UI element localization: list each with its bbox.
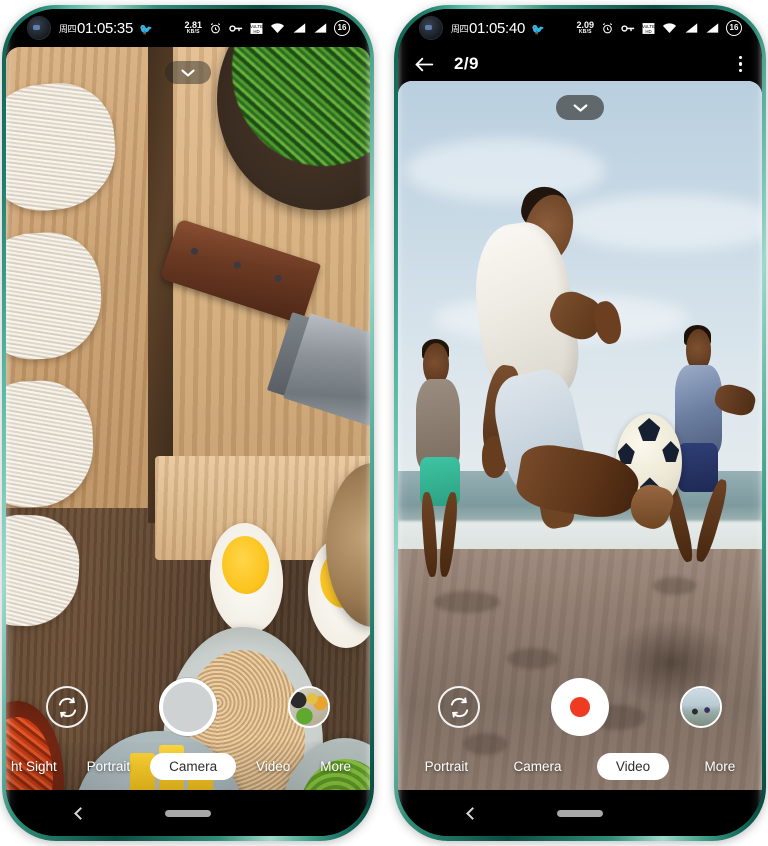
status-bar: 周四 01:05:35 🐦 2.81 KB/S VoLTE HD 16 [6, 9, 370, 47]
camera-controls-row [398, 676, 762, 738]
svg-text:VoLTE: VoLTE [250, 23, 263, 28]
mode-camera[interactable]: Camera [504, 753, 572, 780]
page-title: 2/9 [454, 54, 479, 73]
front-camera-punch-hole [28, 17, 50, 39]
expand-settings-chevron-down-icon[interactable] [556, 95, 604, 120]
mode-video[interactable]: Video [596, 752, 670, 780]
mode-video[interactable]: Video [246, 753, 300, 780]
network-speed-indicator: 2.09 KB/S [576, 21, 594, 35]
left-phone-screen: 周四 01:05:35 🐦 2.81 KB/S VoLTE HD 16 ht S… [6, 9, 370, 836]
camera-mode-selector: Portrait Camera Video More [398, 742, 762, 790]
network-speed-unit: KB/S [578, 29, 592, 35]
beach-players-thumbnail [682, 688, 720, 726]
wifi-icon [270, 23, 285, 33]
status-bar-clock: 周四 01:05:40 🐦 [451, 20, 545, 37]
mode-portrait[interactable]: Portrait [77, 753, 141, 780]
gallery-thumbnail-button[interactable] [680, 686, 722, 728]
nav-back-icon[interactable] [74, 806, 87, 820]
camera-viewfinder[interactable]: ht Sight Portrait Camera Video More [6, 47, 370, 790]
food-spices-thumbnail [290, 688, 328, 726]
front-camera-punch-hole [420, 17, 442, 39]
nav-home-pill[interactable] [165, 809, 211, 817]
left-phone: 周四 01:05:35 🐦 2.81 KB/S VoLTE HD 16 ht S… [2, 5, 374, 841]
flip-camera-button[interactable] [438, 686, 480, 728]
right-phone-screen: 周四 01:05:40 🐦 2.09 KB/S VoLTE HD 16 2/9 … [398, 9, 762, 836]
mode-more[interactable]: More [695, 753, 746, 780]
wifi-icon [662, 23, 677, 33]
record-button[interactable] [551, 678, 609, 736]
svg-text:HD: HD [253, 28, 259, 33]
phone-frame-inner: 周四 01:05:35 🐦 2.81 KB/S VoLTE HD 16 ht S… [6, 9, 370, 836]
mode-portrait[interactable]: Portrait [415, 753, 479, 780]
mode-camera[interactable]: Camera [150, 752, 237, 780]
dual-phone-stage: 周四 01:05:35 🐦 2.81 KB/S VoLTE HD 16 ht S… [0, 0, 768, 846]
mode-more[interactable]: More [310, 753, 361, 780]
status-time-label: 01:05:40 [469, 19, 526, 37]
svg-text:HD: HD [645, 28, 651, 33]
vpn-key-icon [621, 24, 635, 32]
system-navigation-bar [6, 790, 370, 836]
status-day-label: 周四 [451, 23, 469, 34]
wifi-calling-icon: VoLTE HD [642, 22, 655, 34]
shutter-button[interactable] [159, 678, 217, 736]
wifi-calling-icon: VoLTE HD [250, 22, 263, 34]
bird-emoji-icon: 🐦 [531, 23, 545, 36]
kebab-menu-icon[interactable] [737, 52, 744, 76]
status-bar-icons: 2.81 KB/S VoLTE HD 16 [184, 20, 350, 36]
alarm-icon [602, 22, 613, 33]
status-bar-icons: 2.09 KB/S VoLTE HD 16 [576, 20, 742, 36]
right-phone: 周四 01:05:40 🐦 2.09 KB/S VoLTE HD 16 2/9 … [394, 5, 766, 841]
nav-home-pill[interactable] [557, 809, 603, 817]
bird-emoji-icon: 🐦 [139, 23, 153, 36]
signal-bars-icon [685, 23, 698, 33]
status-bar-clock: 周四 01:05:35 🐦 [59, 20, 153, 37]
gallery-thumbnail-button[interactable] [288, 686, 330, 728]
network-speed-unit: KB/S [186, 29, 200, 35]
nav-back-icon[interactable] [466, 806, 479, 820]
signal-bars-2-icon [314, 23, 327, 33]
mode-night-sight[interactable]: ht Sight [6, 753, 67, 780]
arrow-left-icon[interactable] [414, 56, 434, 73]
network-speed-indicator: 2.81 KB/S [184, 21, 202, 35]
status-time-label: 01:05:35 [77, 19, 134, 37]
camera-viewfinder[interactable]: Portrait Camera Video More [398, 81, 762, 790]
battery-indicator: 16 [726, 20, 742, 36]
system-navigation-bar [398, 790, 762, 836]
svg-text:VoLTE: VoLTE [642, 23, 655, 28]
battery-indicator: 16 [334, 20, 350, 36]
expand-settings-chevron-down-icon[interactable] [165, 61, 211, 84]
vpn-key-icon [229, 24, 243, 32]
signal-bars-2-icon [706, 23, 719, 33]
camera-controls-row [6, 676, 370, 738]
record-dot-icon [570, 697, 590, 717]
alarm-icon [210, 22, 221, 33]
phone-frame-inner: 周四 01:05:40 🐦 2.09 KB/S VoLTE HD 16 2/9 … [398, 9, 762, 836]
app-header: 2/9 [398, 47, 762, 81]
signal-bars-icon [293, 23, 306, 33]
status-bar: 周四 01:05:40 🐦 2.09 KB/S VoLTE HD 16 [398, 9, 762, 47]
status-day-label: 周四 [59, 23, 77, 34]
flip-camera-button[interactable] [46, 686, 88, 728]
camera-mode-selector: ht Sight Portrait Camera Video More [6, 742, 370, 790]
